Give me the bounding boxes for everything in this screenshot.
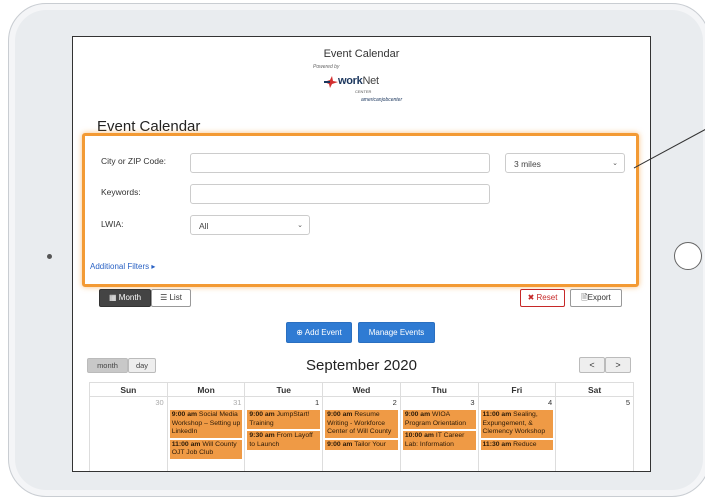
weekday-header: Wed xyxy=(322,382,401,397)
illinois-star-icon xyxy=(324,76,338,88)
calendar-event[interactable]: 9:00 am WIOA Program Orientation xyxy=(402,410,476,429)
logo-work: work xyxy=(338,75,363,87)
manage-events-button[interactable]: Manage Events xyxy=(358,322,435,343)
plus-circle-icon: ⊕ xyxy=(296,328,303,337)
chevron-down-icon: ⌄ xyxy=(612,160,618,167)
logo-wordmark: workNet xyxy=(338,75,379,87)
calendar-day-cell[interactable]: 31 9:00 am Social Media Workshop – Setti… xyxy=(166,396,246,471)
calendar-event[interactable]: 11:00 am Sealing, Expungement, & Clemenc… xyxy=(480,410,554,438)
reset-label: Reset xyxy=(536,293,558,302)
export-label: Export xyxy=(587,293,611,302)
calendar-event[interactable]: 9:00 am Tailor Your xyxy=(325,439,398,450)
calendar-event[interactable]: 9:30 am From Layoff to Launch xyxy=(247,431,321,450)
calendar-day-cell[interactable]: 5 xyxy=(555,396,634,471)
additional-filters-link[interactable]: Additional Filters ▸ xyxy=(90,262,155,271)
calendar-event[interactable]: 10:00 am IT Career Lab: Information xyxy=(402,431,476,450)
site-title: Event Calendar xyxy=(323,48,400,60)
day-number: 4 xyxy=(548,398,553,407)
day-number: 1 xyxy=(314,398,320,407)
home-button[interactable] xyxy=(674,242,702,270)
close-icon: ✖ xyxy=(527,293,535,302)
event-time: 10:00 am xyxy=(404,432,434,439)
calendar-month-title: September 2020 xyxy=(306,357,417,374)
callout-line xyxy=(633,129,705,169)
logo-net: Net xyxy=(362,75,379,87)
month-view-label: Month xyxy=(118,293,142,302)
month-view-button[interactable]: ▦ Month xyxy=(99,289,151,307)
weekday-header: Fri xyxy=(477,382,557,397)
illinois-worknet-logo: Powered by workNet CENTER americanjobcen… xyxy=(305,62,405,108)
day-number: 3 xyxy=(470,398,475,407)
list-icon: ☰ xyxy=(160,293,168,302)
weekday-header-row: Sun Mon Tue Wed Thu Fri Sat xyxy=(89,382,634,397)
weekday-header: Sun xyxy=(89,382,168,397)
day-number: 5 xyxy=(625,398,630,407)
day-number: 31 xyxy=(233,398,242,407)
calendar-day-cell[interactable]: 1 9:00 am JumpStart! Training 9:30 am Fr… xyxy=(244,396,324,471)
weekday-header: Mon xyxy=(166,382,246,397)
next-month-button[interactable]: > xyxy=(605,357,631,373)
chevron-down-icon: ⌄ xyxy=(297,222,303,229)
add-event-label: Add Event xyxy=(304,328,342,337)
keywords-label: Keywords: xyxy=(101,187,141,197)
city-zip-input[interactable] xyxy=(190,153,490,173)
event-time: 11:00 am xyxy=(482,411,512,418)
event-time: 9:00 am xyxy=(404,411,431,418)
export-button[interactable]: 🗎Export xyxy=(570,289,622,307)
logo-powered-by: Powered by xyxy=(313,64,340,70)
filter-panel: City or ZIP Code: 3 miles ⌄ Keywords: LW… xyxy=(82,133,639,287)
event-time: 11:30 am xyxy=(482,440,512,448)
lwia-label: LWIA: xyxy=(101,219,124,229)
event-time: 9:30 am xyxy=(249,432,275,439)
radius-select[interactable]: 3 miles ⌄ xyxy=(505,153,625,173)
calendar-event[interactable]: 11:00 am Will County OJT Job Club xyxy=(169,439,243,459)
calendar-week-row: 30 31 9:00 am Social Media Workshop – Se… xyxy=(89,396,634,471)
calendar-day-cell[interactable]: 3 9:00 am WIOA Program Orientation 10:00… xyxy=(399,396,479,471)
browser-screen: Event Calendar Powered by workNet CENTER… xyxy=(72,36,651,472)
calendar-event[interactable]: 9:00 am Social Media Workshop – Setting … xyxy=(169,410,243,438)
calendar-day-cell[interactable]: 4 11:00 am Sealing, Expungement, & Cleme… xyxy=(477,396,557,471)
calendar-grid: Sun Mon Tue Wed Thu Fri Sat 30 31 9:00 a… xyxy=(89,382,634,471)
calendar-day-cell[interactable]: 30 xyxy=(89,396,168,471)
event-title: Tailor Your xyxy=(354,440,386,448)
event-time: 9:00 am xyxy=(327,440,353,448)
logo-center: CENTER xyxy=(355,89,372,94)
event-time: 9:00 am xyxy=(249,411,275,418)
lwia-select[interactable]: All ⌄ xyxy=(190,215,310,235)
calendar-day-cell[interactable]: 2 9:00 am Resume Writing - Workforce Cen… xyxy=(322,396,401,471)
day-number: 2 xyxy=(392,398,397,407)
event-time: 9:00 am xyxy=(171,411,198,418)
previous-month-button[interactable]: < xyxy=(579,357,605,373)
weekday-header: Thu xyxy=(399,382,479,397)
list-view-button[interactable]: ☰ List xyxy=(151,289,191,307)
keywords-input[interactable] xyxy=(190,184,490,204)
camera-dot xyxy=(47,254,52,259)
calendar-icon: ▦ xyxy=(108,293,117,302)
calendar-event[interactable]: 9:00 am JumpStart! Training xyxy=(247,410,321,429)
event-time: 11:00 am xyxy=(171,440,201,448)
day-number: 30 xyxy=(155,398,164,407)
reset-button[interactable]: ✖ Reset xyxy=(520,289,565,307)
add-event-button[interactable]: ⊕ Add Event xyxy=(286,322,352,343)
list-view-label: List xyxy=(169,293,182,302)
calendar-event[interactable]: 9:00 am Resume Writing - Workforce Cente… xyxy=(325,410,398,438)
city-zip-label: City or ZIP Code: xyxy=(101,156,167,166)
radius-value: 3 miles xyxy=(514,159,541,169)
weekday-header: Tue xyxy=(244,382,324,397)
event-title: Reduce xyxy=(513,440,537,448)
calendar-event[interactable]: 11:30 am Reduce xyxy=(480,439,554,450)
weekday-header: Sat xyxy=(555,382,634,397)
lwia-value: All xyxy=(199,221,209,231)
logo-american-job-center: americanjobcenter xyxy=(361,97,403,103)
event-time: 9:00 am xyxy=(327,411,353,418)
